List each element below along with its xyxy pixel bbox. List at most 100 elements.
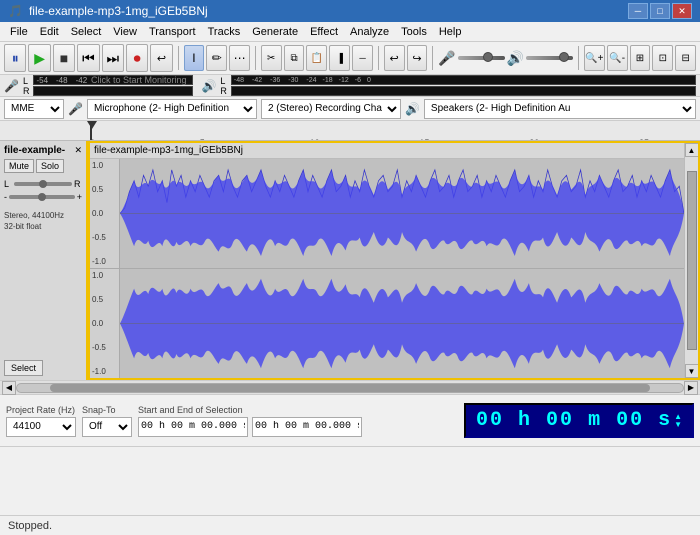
- skip-end-button[interactable]: ⏭: [102, 44, 124, 72]
- scroll-left-button[interactable]: ◀: [2, 381, 16, 395]
- pause-button[interactable]: ⏸: [4, 44, 26, 72]
- silence-button[interactable]: ─: [352, 45, 373, 71]
- solo-button[interactable]: Solo: [36, 159, 64, 173]
- output-gain-slider[interactable]: [526, 56, 573, 60]
- skip-start-button[interactable]: ⏮: [77, 44, 99, 72]
- mute-button[interactable]: Mute: [4, 159, 34, 173]
- channel-1-svg: [120, 159, 684, 268]
- scroll-right-button[interactable]: ▶: [684, 381, 698, 395]
- lr-label: LR: [23, 76, 30, 96]
- project-rate-label: Project Rate (Hz): [6, 405, 76, 415]
- time-down-arrow[interactable]: ▼: [674, 421, 682, 429]
- transport-toolbar: ⏸ ▶ ■ ⏮ ⏭ ⏺ ↩ I ✏ ⋯ ✂ ⧉ 📋 ▐ ─ ↩ ↪ 🎤 🔊 🔍+…: [0, 42, 700, 75]
- channel-1-scale: 1.0 0.5 0.0 -0.5 -1.0: [90, 159, 120, 268]
- selection-start-input[interactable]: [138, 417, 248, 437]
- time-ruler: 0 5 10 15 20 25: [0, 121, 700, 141]
- track-name: file-example-: [4, 145, 65, 156]
- menu-analyze[interactable]: Analyze: [344, 24, 395, 40]
- level-meter-bar: 🎤 LR -54 -48 -42 Click to Start Monitori…: [0, 75, 700, 97]
- zoom-fit-button[interactable]: ⊞: [630, 45, 651, 71]
- input-gain-slider[interactable]: [458, 56, 505, 60]
- zoom-in-button[interactable]: 🔍+: [584, 45, 605, 71]
- time-display-value: 00 h 00 m 00 s: [476, 409, 672, 432]
- record-button[interactable]: ⏺: [126, 44, 148, 72]
- undo-button[interactable]: ↩: [384, 45, 405, 71]
- gain-minus-label: -: [4, 192, 7, 202]
- close-button[interactable]: ✕: [672, 3, 692, 19]
- click-to-monitor-label[interactable]: Click to Start Monitoring: [91, 75, 187, 85]
- loop-button[interactable]: ↩: [150, 44, 172, 72]
- zoom-project-button[interactable]: ⊟: [675, 45, 696, 71]
- menu-select[interactable]: Select: [65, 24, 108, 40]
- menu-view[interactable]: View: [107, 24, 143, 40]
- menu-edit[interactable]: Edit: [34, 24, 65, 40]
- input-device-icon: 🎤: [68, 102, 83, 116]
- track-close-icon[interactable]: ✕: [74, 145, 82, 156]
- toolbar-sep-5: [578, 46, 579, 70]
- channel-2-svg: [120, 269, 684, 378]
- menu-transport[interactable]: Transport: [143, 24, 202, 40]
- audio-host-select[interactable]: MME: [4, 99, 64, 119]
- snap-to-select[interactable]: Off: [82, 417, 132, 437]
- titlebar: 🎵 file-example-mp3-1mg_iGEb5BNj ─ □ ✕: [0, 0, 700, 22]
- toolbar-sep-3: [378, 46, 379, 70]
- selection-end-input[interactable]: [252, 417, 362, 437]
- output-device-select[interactable]: Speakers (2- High Definition Au: [424, 99, 696, 119]
- cursor-tool-button[interactable]: I: [184, 45, 205, 71]
- gain-plus-label: +: [77, 192, 82, 202]
- selection-label: Start and End of Selection: [138, 405, 458, 415]
- horizontal-scroll-area[interactable]: ◀ ▶: [0, 381, 700, 395]
- menu-tools[interactable]: Tools: [395, 24, 433, 40]
- draw-tool-button[interactable]: ✏: [206, 45, 227, 71]
- input-channels-select[interactable]: 2 (Stereo) Recording Chann: [261, 99, 401, 119]
- waveform-area[interactable]: file-example-mp3-1mg_iGEb5BNj 1.0 0.5 0.…: [88, 141, 700, 380]
- select-button[interactable]: Select: [4, 360, 43, 376]
- channel-2-waveform: 1.0 0.5 0.0 -0.5 -1.0: [90, 268, 698, 378]
- menu-generate[interactable]: Generate: [246, 24, 304, 40]
- device-bar: MME 🎤 Microphone (2- High Definition 2 (…: [0, 97, 700, 121]
- channel-1-waveform: 1.0 0.5 0.0 -0.5 -1.0: [90, 159, 698, 268]
- output-lr-label: LR: [220, 76, 227, 96]
- input-mic-icon: 🎤: [4, 79, 19, 93]
- horizontal-scroll-thumb[interactable]: [50, 384, 649, 392]
- menu-file[interactable]: File: [4, 24, 34, 40]
- status-text: Stopped.: [8, 520, 52, 532]
- time-display: 00 h 00 m 00 s ▲ ▼: [464, 403, 694, 438]
- app-icon: 🎵: [8, 4, 23, 18]
- maximize-button[interactable]: □: [650, 3, 670, 19]
- mic-icon: 🎤: [438, 50, 455, 67]
- right-channel-label: R: [74, 179, 82, 189]
- play-button[interactable]: ▶: [28, 44, 50, 72]
- stop-button[interactable]: ■: [53, 44, 75, 72]
- channel-2-scale: 1.0 0.5 0.0 -0.5 -1.0: [90, 269, 120, 378]
- zoom-selection-button[interactable]: ⊡: [652, 45, 673, 71]
- speaker-icon: 🔊: [507, 50, 524, 67]
- snap-to-field: Snap-To Off: [82, 405, 132, 437]
- envelope-tool-button[interactable]: ⋯: [229, 45, 250, 71]
- left-gain-slider[interactable]: [14, 182, 72, 186]
- redo-button[interactable]: ↪: [407, 45, 428, 71]
- bottom-bar: Project Rate (Hz) 44100 Snap-To Off Star…: [0, 395, 700, 447]
- vertical-scrollbar[interactable]: ▲ ▼: [684, 143, 698, 378]
- minimize-button[interactable]: ─: [628, 3, 648, 19]
- toolbar-sep-1: [178, 46, 179, 70]
- menu-effect[interactable]: Effect: [304, 24, 344, 40]
- cut-button[interactable]: ✂: [261, 45, 282, 71]
- selection-field: Start and End of Selection: [138, 405, 458, 437]
- project-rate-select[interactable]: 44100: [6, 417, 76, 437]
- paste-button[interactable]: 📋: [306, 45, 327, 71]
- menu-tracks[interactable]: Tracks: [202, 24, 247, 40]
- zoom-out-button[interactable]: 🔍-: [607, 45, 628, 71]
- volume-slider[interactable]: [9, 195, 75, 199]
- window-title: file-example-mp3-1mg_iGEb5BNj: [29, 4, 628, 18]
- input-device-select[interactable]: Microphone (2- High Definition: [87, 99, 257, 119]
- scroll-up-arrow[interactable]: ▲: [685, 143, 699, 157]
- snap-to-label: Snap-To: [82, 405, 132, 415]
- copy-button[interactable]: ⧉: [284, 45, 305, 71]
- menu-help[interactable]: Help: [433, 24, 468, 40]
- scroll-thumb[interactable]: [687, 171, 697, 350]
- horizontal-scrollbar[interactable]: [16, 383, 684, 393]
- trim-button[interactable]: ▐: [329, 45, 350, 71]
- scroll-down-arrow[interactable]: ▼: [685, 364, 699, 378]
- output-device-icon: 🔊: [405, 102, 420, 116]
